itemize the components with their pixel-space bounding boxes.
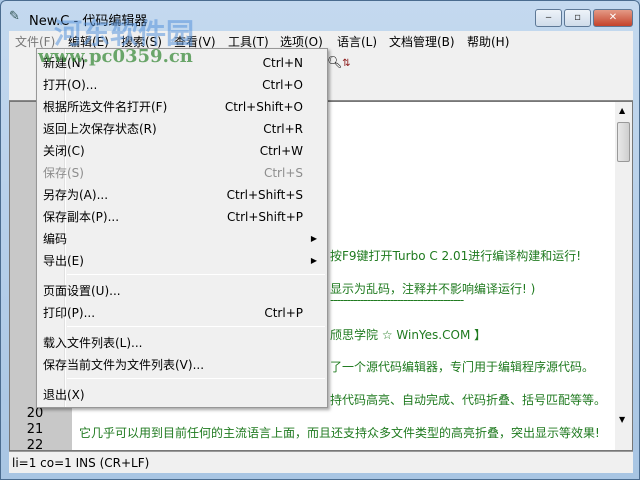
menu-separator (67, 274, 325, 275)
line-number: 22 (26, 438, 44, 449)
find-replace-icon[interactable]: 🔍︎⇅ (327, 55, 351, 69)
menu-separator (67, 378, 325, 379)
shortcut: Ctrl+W (259, 144, 303, 158)
scrollbar-thumb[interactable] (617, 122, 630, 162)
menu-item-label: 保存副本(P)... (43, 210, 120, 224)
menu-item-encoding[interactable]: 编码 ▶ (43, 228, 323, 250)
menu-item-label: 返回上次保存状态(R) (43, 122, 157, 136)
line-number: 21 (26, 422, 44, 437)
menu-item-close[interactable]: 关闭(C) Ctrl+W (43, 140, 323, 162)
vertical-scrollbar[interactable]: ▲ ▼ (615, 102, 632, 450)
file-menu-dropdown: 新建(N) Ctrl+N 打开(O)... Ctrl+O 根据所选文件名打开(F) C… (36, 48, 328, 408)
menu-item-export[interactable]: 导出(E) ▶ (43, 250, 323, 272)
menu-item-label: 打开(O)... (43, 78, 98, 92)
shortcut: Ctrl+N (262, 56, 303, 70)
menu-separator (67, 326, 325, 327)
menu-documents[interactable]: 文档管理(B) (389, 33, 455, 50)
menu-item-load-file-list[interactable]: 载入文件列表(L)... (43, 332, 323, 354)
shortcut: Ctrl+Shift+S (226, 188, 303, 202)
menu-item-label: 保存当前文件为文件列表(V)... (43, 358, 205, 372)
watermark-url: www.pc0359.cn (38, 46, 193, 67)
menu-item-revert[interactable]: 返回上次保存状态(R) Ctrl+R (43, 118, 323, 140)
shortcut: Ctrl+P (264, 306, 303, 320)
menu-item-label: 编码 (43, 232, 68, 246)
code-line: 持代码高亮、自动完成、代码折叠、括号匹配等等。 (330, 393, 607, 407)
menu-item-exit[interactable]: 退出(X) (43, 384, 323, 406)
maximize-button[interactable]: ▫ (564, 9, 591, 27)
app-icon: ✎ (9, 9, 20, 24)
menu-item-label: 另存为(A)... (43, 188, 109, 202)
menu-item-label: 导出(E) (43, 254, 84, 268)
menu-item-save[interactable]: 保存(S) Ctrl+S (43, 162, 323, 184)
scroll-down-icon[interactable]: ▼ (619, 415, 625, 424)
menu-item-label: 页面设置(U)... (43, 284, 121, 298)
shortcut: Ctrl+O (262, 78, 303, 92)
menu-language[interactable]: 语言(L) (337, 33, 377, 50)
menu-item-save-copy[interactable]: 保存副本(P)... Ctrl+Shift+P (43, 206, 323, 228)
code-line: ---------------------------------------- (330, 293, 464, 307)
line-number: 20 (26, 406, 44, 421)
code-line: 了一个源代码编辑器，专门用于编辑程序源代码。 (330, 360, 595, 374)
menu-item-page-setup[interactable]: 页面设置(U)... (43, 280, 323, 302)
menu-item-label: 保存(S) (43, 166, 84, 180)
menu-item-label: 退出(X) (43, 388, 85, 402)
menu-item-save-as[interactable]: 另存为(A)... Ctrl+Shift+S (43, 184, 323, 206)
code-line: 颀思学院 ☆ WinYes.COM 】 (330, 328, 487, 342)
menu-item-label: 关闭(C) (43, 144, 85, 158)
scroll-up-icon[interactable]: ▲ (619, 106, 625, 115)
minimize-button[interactable]: ‒ (535, 9, 562, 27)
code-line: 按F9键打开Turbo C 2.01进行编译构建和运行! (330, 249, 582, 263)
menu-item-open-selected[interactable]: 根据所选文件名打开(F) Ctrl+Shift+O (43, 96, 323, 118)
code-line: 它几乎可以用到目前任何的主流语言上面，而且还支持众多文件类型的高亮折叠，突出显示… (79, 426, 600, 440)
close-button[interactable]: ✕ (593, 9, 633, 27)
menu-item-print[interactable]: 打印(P)... Ctrl+P (43, 302, 323, 324)
menu-item-label: 打印(P)... (43, 306, 96, 320)
shortcut: Ctrl+R (263, 122, 303, 136)
status-bar: li=1 co=1 INS (CR+LF) (9, 451, 633, 473)
submenu-arrow-icon: ▶ (310, 256, 317, 265)
shortcut: Ctrl+S (263, 166, 303, 180)
menu-help[interactable]: 帮助(H) (467, 33, 509, 50)
submenu-arrow-icon: ▶ (310, 234, 317, 243)
menu-item-save-file-list[interactable]: 保存当前文件为文件列表(V)... (43, 354, 323, 376)
menu-item-open[interactable]: 打开(O)... Ctrl+O (43, 74, 323, 96)
menu-item-label: 载入文件列表(L)... (43, 336, 143, 350)
shortcut: Ctrl+Shift+O (224, 100, 303, 114)
shortcut: Ctrl+Shift+P (227, 210, 303, 224)
menu-item-label: 根据所选文件名打开(F) (43, 100, 168, 114)
